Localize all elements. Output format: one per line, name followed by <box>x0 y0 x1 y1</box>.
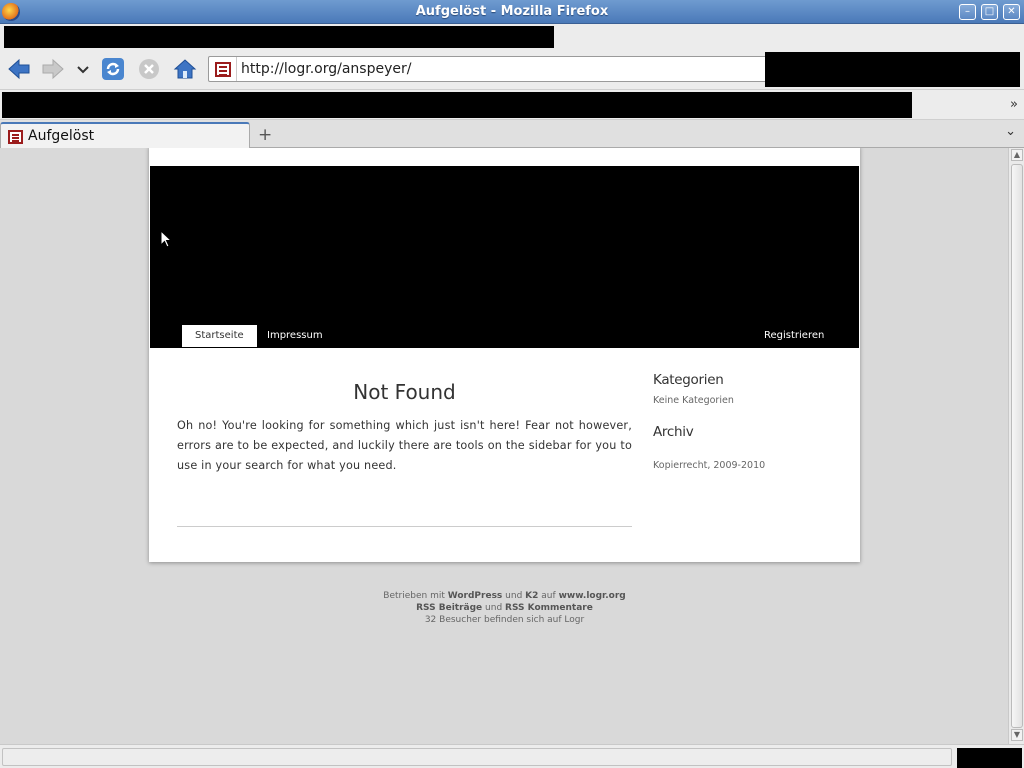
sidebar-categories-title: Kategorien <box>653 372 724 388</box>
page-container: Startseite Impressum Registrieren Not Fo… <box>149 148 860 562</box>
status-text-field <box>2 748 952 766</box>
sidebar-categories-empty: Keine Kategorien <box>653 395 734 406</box>
sidebar-copyright: Kopierrecht, 2009-2010 <box>653 460 766 471</box>
redacted-bookmarks <box>2 92 912 118</box>
bookmarks-bar: » <box>0 90 1024 120</box>
vertical-scrollbar[interactable]: ▲ ▼ <box>1008 148 1024 744</box>
wordpress-link[interactable]: WordPress <box>448 591 503 601</box>
redacted-menu <box>4 26 554 48</box>
reload-icon[interactable] <box>100 56 126 82</box>
footer-and-2: und <box>485 603 503 613</box>
tab-label: Aufgelöst <box>28 128 95 144</box>
footer-powered-line: Betrieben mit WordPress und K2 auf www.l… <box>149 590 860 602</box>
menu-registrieren[interactable]: Registrieren <box>751 325 837 347</box>
menu-bar <box>0 24 1024 48</box>
bookmarks-overflow-icon[interactable]: » <box>1010 97 1018 112</box>
stop-icon[interactable] <box>136 56 162 82</box>
site-header <box>150 166 859 348</box>
minimize-button[interactable]: – <box>959 4 976 20</box>
new-tab-icon[interactable]: + <box>258 125 272 145</box>
footer-on: auf <box>541 591 556 601</box>
menu-impressum[interactable]: Impressum <box>254 325 336 347</box>
footer-and: und <box>505 591 523 601</box>
back-arrow-icon[interactable] <box>6 56 32 82</box>
not-found-message: Oh no! You're looking for something whic… <box>177 419 632 472</box>
window-title: Aufgelöst - Mozilla Firefox <box>415 4 609 19</box>
history-dropdown-icon[interactable] <box>74 56 92 82</box>
site-footer: Betrieben mit WordPress und K2 auf www.l… <box>149 590 860 626</box>
rss-comments-link[interactable]: RSS Kommentare <box>505 603 593 613</box>
scrollbar-thumb[interactable] <box>1011 164 1023 728</box>
scroll-down-arrow-icon[interactable]: ▼ <box>1011 729 1023 741</box>
tab-favicon-icon <box>8 130 23 144</box>
rss-posts-link[interactable]: RSS Beiträge <box>416 603 482 613</box>
tab-bar: Aufgelöst + ⌄ <box>0 120 1024 148</box>
page-title: Not Found <box>353 380 456 404</box>
status-bar <box>0 744 1024 768</box>
site-link[interactable]: www.logr.org <box>559 591 626 601</box>
scroll-up-arrow-icon[interactable]: ▲ <box>1011 149 1023 161</box>
mouse-cursor-icon <box>160 230 172 248</box>
maximize-button[interactable]: □ <box>981 4 998 20</box>
site-favicon-icon <box>215 62 231 77</box>
redacted-search <box>765 52 1020 87</box>
footer-powered-prefix: Betrieben mit <box>383 591 445 601</box>
sidebar-archive-title: Archiv <box>653 424 694 440</box>
url-separator <box>236 57 237 81</box>
k2-link[interactable]: K2 <box>525 591 538 601</box>
home-icon[interactable] <box>172 56 198 82</box>
forward-arrow-icon[interactable] <box>40 56 66 82</box>
menu-startseite[interactable]: Startseite <box>182 325 257 347</box>
page-viewport: Startseite Impressum Registrieren Not Fo… <box>0 148 1008 744</box>
url-text[interactable]: http://logr.org/anspeyer/ <box>241 61 411 77</box>
window-titlebar: Aufgelöst - Mozilla Firefox – □ ✕ <box>0 0 1024 24</box>
tab-list-chevron-icon[interactable]: ⌄ <box>1005 124 1016 139</box>
footer-rss-line: RSS Beiträge und RSS Kommentare <box>149 602 860 614</box>
tab-aufgeloest[interactable]: Aufgelöst <box>0 122 250 148</box>
close-button[interactable]: ✕ <box>1003 4 1020 20</box>
redacted-status <box>957 748 1022 768</box>
content-divider <box>177 526 632 527</box>
footer-visitors: 32 Besucher befinden sich auf Logr <box>424 615 585 625</box>
